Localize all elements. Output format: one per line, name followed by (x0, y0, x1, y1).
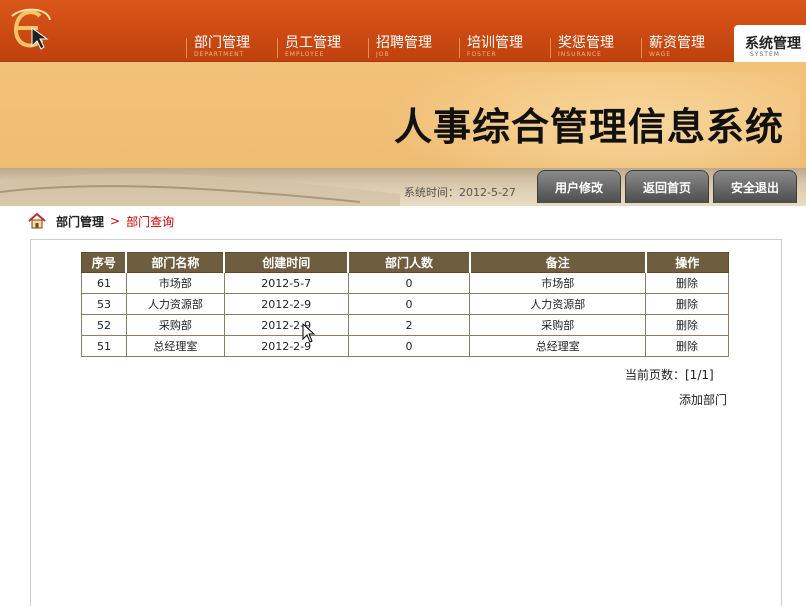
system-time: 系统时间：2012-5-27 (404, 186, 516, 199)
delete-link[interactable]: 删除 (676, 340, 698, 353)
header-remark: 备注 (469, 252, 647, 273)
banner-swoosh-decoration (0, 173, 400, 206)
cell-remark: 人力资源部 (469, 293, 647, 315)
cell-count: 0 (347, 272, 471, 294)
nav-item-rewards[interactable]: 奖惩管理 INSURANCE (550, 0, 641, 62)
nav-item-recruitment[interactable]: 招聘管理 JOB (368, 0, 459, 62)
nav-separator (277, 38, 278, 58)
nav-separator (186, 38, 187, 58)
nav-item-label: 奖惩管理 (558, 35, 614, 51)
department-table: 序号 部门名称 创建时间 部门人数 备注 操作 61 市场部 2012-5-7 … (81, 252, 729, 357)
table-header-row: 序号 部门名称 创建时间 部门人数 备注 操作 (81, 252, 729, 273)
cell-created: 2012-5-7 (223, 272, 349, 294)
table-row: 61 市场部 2012-5-7 0 市场部 删除 (81, 272, 729, 294)
delete-link[interactable]: 删除 (676, 319, 698, 332)
ie-logo-icon (11, 8, 51, 50)
nav-separator (459, 38, 460, 58)
nav-item-employee[interactable]: 员工管理 EMPLOYEE (277, 0, 368, 62)
add-department-link[interactable]: 添加部门 (679, 391, 727, 408)
cell-remark: 市场部 (469, 272, 647, 294)
cell-count: 0 (347, 335, 471, 357)
nav-item-sublabel: SYSTEM (750, 51, 780, 58)
nav-item-sublabel: EMPLOYEE (285, 51, 325, 58)
nav-item-label: 员工管理 (285, 35, 341, 51)
cell-remark: 采购部 (469, 314, 647, 336)
page-indicator: 当前页数：[1/1] (625, 368, 714, 382)
nav-item-label: 部门管理 (194, 35, 250, 51)
back-home-button[interactable]: 返回首页 (625, 170, 709, 203)
cell-name: 采购部 (125, 314, 225, 336)
table-row: 53 人力资源部 2012-2-9 0 人力资源部 删除 (81, 293, 729, 315)
nav-item-sublabel: FOSTER (467, 51, 497, 58)
table-row: 51 总经理室 2012-2-9 0 总经理室 删除 (81, 335, 729, 357)
table-row: 52 采购部 2012-2-9 2 采购部 删除 (81, 314, 729, 336)
nav-item-label: 培训管理 (467, 35, 523, 51)
nav-item-label: 招聘管理 (376, 35, 432, 51)
header-created: 创建时间 (223, 252, 350, 273)
cell-id: 51 (81, 335, 127, 357)
user-modify-button[interactable]: 用户修改 (537, 170, 621, 203)
main-nav: 部门管理 DEPARTMENT 员工管理 EMPLOYEE 招聘管理 JOB 培… (186, 0, 806, 62)
cell-name: 市场部 (125, 272, 225, 294)
cell-name: 总经理室 (125, 335, 225, 357)
nav-separator (550, 38, 551, 58)
nav-item-label: 系统管理 (745, 36, 801, 52)
nav-item-sublabel: WAGE (649, 51, 672, 58)
delete-link[interactable]: 删除 (676, 298, 698, 311)
cell-created: 2012-2-9 (223, 293, 349, 315)
breadcrumb-parent[interactable]: 部门管理 (56, 213, 104, 230)
cell-id: 61 (81, 272, 127, 294)
breadcrumb-current: 部门查询 (126, 214, 175, 229)
cell-name: 人力资源部 (125, 293, 225, 315)
delete-link[interactable]: 删除 (676, 277, 698, 290)
header-id: 序号 (81, 252, 128, 273)
breadcrumb: 部门管理 > 部门查询 (28, 211, 174, 231)
cell-created: 2012-2-9 (223, 335, 349, 357)
header-banner: 人事综合管理信息系统 系统时间：2012-5-27 用户修改 返回首页 安全退出 (0, 62, 806, 206)
nav-separator (641, 38, 642, 58)
nav-item-system[interactable]: 系统管理 SYSTEM (734, 25, 806, 62)
cell-count: 0 (347, 293, 471, 315)
header-op: 操作 (645, 252, 729, 273)
breadcrumb-separator: > (110, 214, 121, 228)
header-name: 部门名称 (125, 252, 226, 273)
cell-created: 2012-2-9 (223, 314, 349, 336)
cell-remark: 总经理室 (469, 335, 647, 357)
header-count: 部门人数 (347, 252, 471, 273)
top-nav-bar: 部门管理 DEPARTMENT 员工管理 EMPLOYEE 招聘管理 JOB 培… (0, 0, 806, 62)
nav-separator (368, 38, 369, 58)
nav-item-department[interactable]: 部门管理 DEPARTMENT (186, 0, 277, 62)
mouse-cursor-icon (302, 323, 316, 343)
nav-item-salary[interactable]: 薪资管理 WAGE (641, 0, 732, 62)
home-icon (28, 212, 46, 229)
nav-item-sublabel: DEPARTMENT (194, 51, 245, 58)
nav-item-sublabel: JOB (376, 51, 390, 58)
system-title: 人事综合管理信息系统 (393, 104, 784, 149)
cell-id: 53 (81, 293, 127, 315)
logout-button[interactable]: 安全退出 (713, 170, 797, 203)
nav-item-label: 薪资管理 (649, 35, 705, 51)
cell-count: 2 (347, 314, 471, 336)
cell-id: 52 (81, 314, 127, 336)
nav-item-sublabel: INSURANCE (558, 51, 602, 58)
nav-item-training[interactable]: 培训管理 FOSTER (459, 0, 550, 62)
